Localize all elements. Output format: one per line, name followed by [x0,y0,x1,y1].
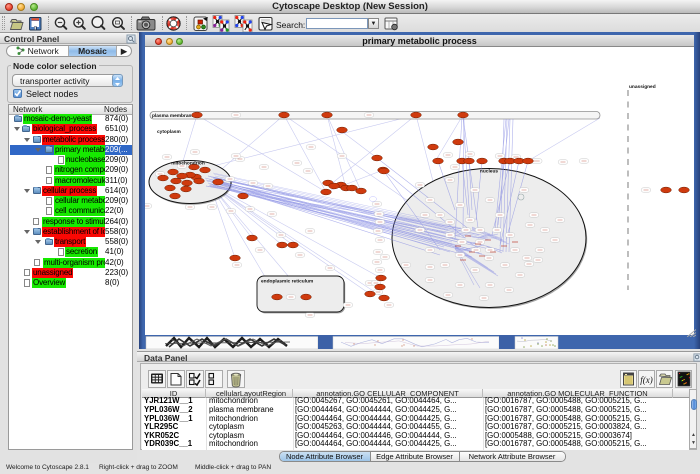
svg-text:plasma membrane: plasma membrane [152,113,194,119]
svg-text:f(x): f(x) [640,375,653,385]
svg-text:nucleus: nucleus [480,169,498,175]
svg-text:unassigned: unassigned [629,84,656,90]
svg-text:cytoplasm: cytoplasm [157,129,181,135]
svg-text:endoplasmic reticulum: endoplasmic reticulum [261,279,313,285]
svg-text:mitochondrion: mitochondrion [171,161,205,167]
